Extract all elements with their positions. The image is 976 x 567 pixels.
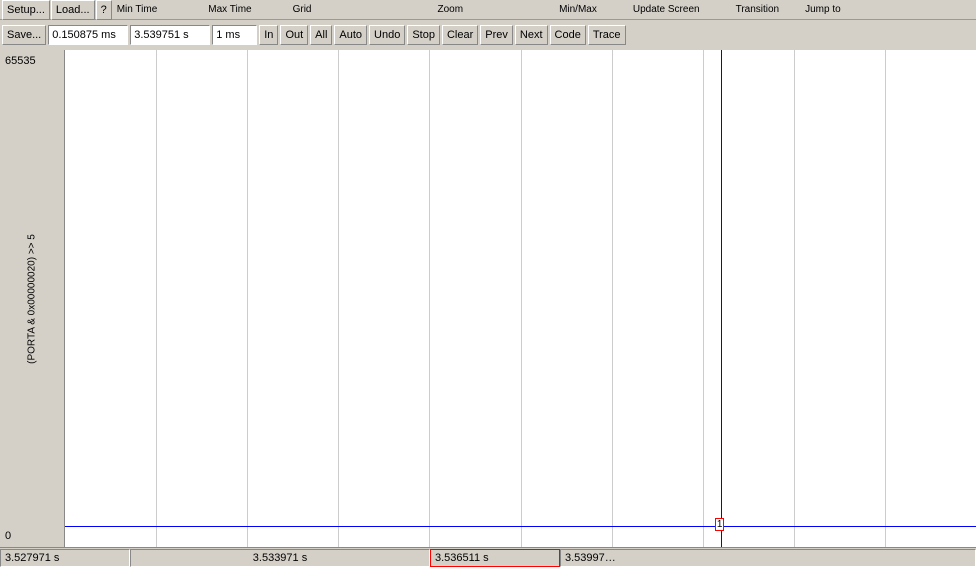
- max-time-field: 3.539751 s: [130, 25, 210, 45]
- status-bar: 3.527971 s 3.533971 s 3.536511 s 3.53997…: [0, 547, 976, 567]
- load-button[interactable]: Load...: [51, 0, 95, 20]
- status-time4: 3.53997…: [560, 549, 976, 567]
- stop-button[interactable]: Stop: [407, 25, 440, 45]
- signal-label: (PORTA & 0x00000020) >> 5: [27, 234, 38, 364]
- grid-line: [794, 50, 795, 547]
- zoom-undo-button[interactable]: Undo: [369, 25, 405, 45]
- jump-to-top-label: Jump to: [805, 4, 841, 15]
- update-screen-top-label: Update Screen: [633, 4, 700, 15]
- grid-top-label: Grid: [293, 4, 312, 15]
- grid-line: [156, 50, 157, 547]
- zoom-auto-button[interactable]: Auto: [334, 25, 367, 45]
- signal-value-top: 65535: [5, 55, 36, 67]
- min-time-label: Min Time: [117, 4, 158, 15]
- zoom-out-button[interactable]: Out: [280, 25, 308, 45]
- waveform-signal: [65, 526, 976, 527]
- setup-button[interactable]: Setup...: [2, 0, 50, 20]
- next-button[interactable]: Next: [515, 25, 548, 45]
- grid-line: [429, 50, 430, 547]
- grid-line: [338, 50, 339, 547]
- grid-line: [247, 50, 248, 547]
- waveform-area[interactable]: 1: [65, 50, 976, 547]
- max-time-label: Max Time: [208, 4, 251, 15]
- grid-line: [612, 50, 613, 547]
- grid-field: 1 ms: [212, 25, 257, 45]
- status-time2: 3.533971 s: [130, 549, 430, 567]
- prev-button[interactable]: Prev: [480, 25, 513, 45]
- cursor-marker: 1: [715, 518, 725, 531]
- grid-line: [703, 50, 704, 547]
- help-button[interactable]: ?: [96, 0, 112, 20]
- clear-button[interactable]: Clear: [442, 25, 478, 45]
- cursor-line: [721, 50, 722, 547]
- grid-line: [521, 50, 522, 547]
- grid-line: [885, 50, 886, 547]
- code-button[interactable]: Code: [550, 25, 586, 45]
- status-time1: 3.527971 s: [0, 549, 130, 567]
- minmax-top-label: Min/Max: [559, 4, 597, 15]
- trace-button[interactable]: Trace: [588, 25, 626, 45]
- min-time-field: 0.150875 ms: [48, 25, 128, 45]
- save-button[interactable]: Save...: [2, 25, 46, 45]
- zoom-in-button[interactable]: In: [259, 25, 278, 45]
- transition-top-label: Transition: [736, 4, 780, 15]
- zoom-top-label: Zoom: [438, 4, 464, 15]
- zoom-all-button[interactable]: All: [310, 25, 332, 45]
- status-time3: 3.536511 s: [430, 549, 560, 567]
- signal-value-bottom: 0: [5, 530, 11, 542]
- signal-label-area: 65535 (PORTA & 0x00000020) >> 5 0: [0, 50, 65, 547]
